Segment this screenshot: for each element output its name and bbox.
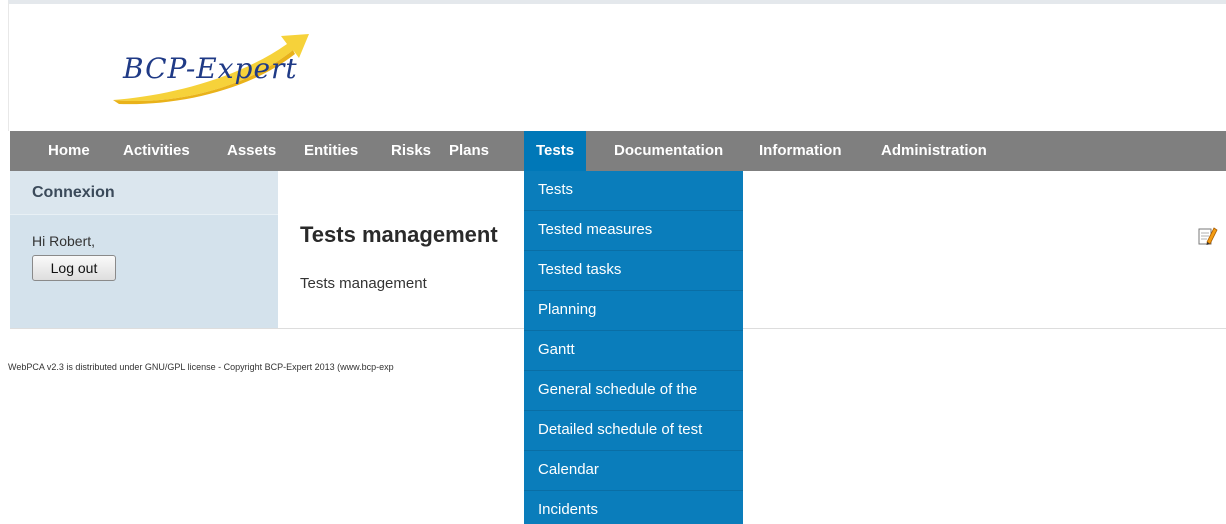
connexion-title: Connexion: [10, 171, 278, 215]
menu-item-planning[interactable]: Planning: [524, 291, 743, 331]
nav-information[interactable]: Information: [747, 131, 854, 171]
menu-item-detailed-schedule[interactable]: Detailed schedule of test: [524, 411, 743, 451]
footer-copyright: WebPCA v2.3 is distributed under GNU/GPL…: [8, 362, 394, 372]
menu-item-calendar[interactable]: Calendar: [524, 451, 743, 491]
connexion-panel: Connexion Hi Robert, Log out: [10, 171, 278, 328]
nav-administration[interactable]: Administration: [869, 131, 999, 171]
page-description: Tests management: [300, 275, 427, 292]
tests-dropdown-menu: Tests Tested measures Tested tasks Plann…: [524, 171, 743, 524]
nav-assets[interactable]: Assets: [215, 131, 288, 171]
edit-icon[interactable]: [1198, 226, 1218, 246]
nav-entities[interactable]: Entities: [292, 131, 370, 171]
pencil-notepad-icon: [1198, 227, 1218, 245]
logout-button[interactable]: Log out: [32, 255, 116, 281]
menu-item-tests[interactable]: Tests: [524, 171, 743, 211]
menu-item-gantt[interactable]: Gantt: [524, 331, 743, 371]
page-title: Tests management: [300, 222, 498, 247]
menu-item-tested-tasks[interactable]: Tested tasks: [524, 251, 743, 291]
bcp-expert-logo[interactable]: BCP-Expert: [109, 30, 319, 110]
menu-item-tested-measures[interactable]: Tested measures: [524, 211, 743, 251]
nav-activities[interactable]: Activities: [111, 131, 202, 171]
page-header: BCP-Expert: [8, 0, 1226, 131]
user-greeting: Hi Robert,: [32, 233, 96, 249]
nav-tests[interactable]: Tests: [524, 131, 587, 171]
nav-plans[interactable]: Plans: [437, 131, 501, 171]
nav-documentation[interactable]: Documentation: [602, 131, 735, 171]
nav-home[interactable]: Home: [36, 131, 102, 171]
menu-item-incidents[interactable]: Incidents: [524, 491, 743, 524]
logo-text: BCP-Expert: [123, 52, 298, 85]
main-navigation: Home Activities Assets Entities Risks Pl…: [10, 131, 1226, 171]
menu-item-general-schedule[interactable]: General schedule of the: [524, 371, 743, 411]
nav-risks[interactable]: Risks: [379, 131, 443, 171]
